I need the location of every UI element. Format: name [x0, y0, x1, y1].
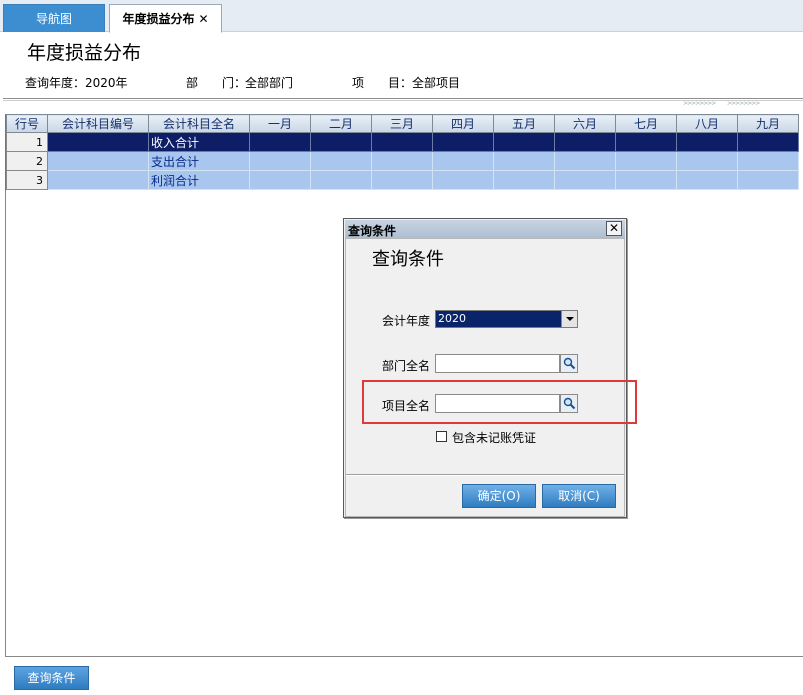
cell-month[interactable]	[371, 170, 433, 190]
dept-lookup-button[interactable]	[560, 354, 578, 373]
scroll-grip-icon: >>>>>>>>	[727, 100, 760, 107]
row-number[interactable]: 1	[6, 132, 48, 152]
search-icon	[563, 357, 576, 370]
cell-month[interactable]	[249, 132, 311, 152]
table-row[interactable]: 2 支出合计	[6, 151, 799, 171]
ok-button[interactable]: 确定(O)	[462, 484, 536, 508]
col-header[interactable]: 八月	[676, 114, 738, 133]
cell-month[interactable]	[615, 132, 677, 152]
row-number[interactable]: 3	[6, 170, 48, 190]
filter-dept-label: 部 门：	[186, 76, 247, 90]
col-header[interactable]: 一月	[249, 114, 311, 133]
query-dialog: 查询条件 ✕ 查询条件 会计年度 2020 部门全名 项目全名 包含未记账凭证 …	[343, 218, 627, 518]
filter-proj-value: 全部项目	[412, 76, 461, 90]
filter-summary: 查询年度：2020年 部 门： 全部部门 项 目： 全部项目	[0, 74, 803, 90]
include-unposted-checkbox[interactable]	[436, 431, 447, 442]
cell-month[interactable]	[676, 132, 738, 152]
cell-month[interactable]	[371, 151, 433, 171]
dialog-divider	[346, 474, 624, 476]
dept-label: 部门全名	[382, 359, 431, 373]
cell-month[interactable]	[249, 151, 311, 171]
col-header[interactable]: 九月	[737, 114, 799, 133]
chevron-down-icon[interactable]	[561, 311, 577, 327]
close-icon[interactable]: ✕	[198, 12, 208, 26]
cell-month[interactable]	[615, 170, 677, 190]
cell-month[interactable]	[493, 151, 555, 171]
tab-annual-pl[interactable]: 年度损益分布 ✕	[109, 4, 222, 33]
cell-month[interactable]	[737, 132, 799, 152]
cell-month[interactable]	[737, 170, 799, 190]
year-select[interactable]: 2020	[435, 310, 578, 328]
app-window: 导航图 年度损益分布 ✕ 年度损益分布 查询年度：2020年 部 门： 全部部门 …	[0, 0, 803, 695]
tab-strip: 导航图 年度损益分布 ✕	[0, 0, 803, 33]
dialog-heading: 查询条件	[372, 249, 444, 270]
col-header[interactable]: 六月	[554, 114, 616, 133]
cell-month[interactable]	[249, 170, 311, 190]
cell-code[interactable]	[47, 170, 149, 190]
table-row[interactable]: 3 利润合计	[6, 170, 799, 190]
col-header[interactable]: 五月	[493, 114, 555, 133]
cell-month[interactable]	[554, 151, 616, 171]
dialog-titlebar[interactable]: 查询条件 ✕	[345, 220, 625, 238]
col-header[interactable]: 七月	[615, 114, 677, 133]
highlight-box	[362, 380, 637, 424]
cell-month[interactable]	[310, 170, 372, 190]
year-label: 会计年度	[382, 314, 431, 328]
cell-month[interactable]	[493, 132, 555, 152]
col-header[interactable]: 行号	[6, 114, 48, 133]
filter-year: 查询年度：2020年	[25, 76, 128, 90]
tab-annual-pl-label: 年度损益分布	[122, 12, 195, 26]
year-select-value: 2020	[438, 312, 466, 325]
data-grid: 行号 会计科目编号 会计科目全名 一月 二月 三月 四月 五月 六月 七月 八月…	[5, 114, 803, 190]
include-unposted-label[interactable]: 包含未记账凭证	[452, 429, 536, 446]
cell-month[interactable]	[554, 132, 616, 152]
col-header[interactable]: 四月	[432, 114, 494, 133]
cell-month[interactable]	[371, 132, 433, 152]
dept-input[interactable]	[435, 354, 560, 373]
col-header[interactable]: 二月	[310, 114, 372, 133]
cell-month[interactable]	[493, 170, 555, 190]
divider	[5, 656, 803, 657]
dialog-window-title: 查询条件	[348, 224, 397, 238]
cell-name[interactable]: 收入合计	[148, 132, 250, 152]
cell-month[interactable]	[737, 151, 799, 171]
cell-code[interactable]	[47, 151, 149, 171]
cell-code[interactable]	[47, 132, 149, 152]
filter-dept-value: 全部部门	[245, 76, 294, 90]
grid-header-row: 行号 会计科目编号 会计科目全名 一月 二月 三月 四月 五月 六月 七月 八月…	[6, 114, 799, 133]
grid-border	[5, 190, 6, 656]
cell-month[interactable]	[432, 170, 494, 190]
scroll-grip-icon: >>>>>>>>	[683, 100, 716, 107]
cell-month[interactable]	[432, 151, 494, 171]
query-conditions-button[interactable]: 查询条件	[14, 666, 89, 690]
cell-name[interactable]: 支出合计	[148, 151, 250, 171]
table-row[interactable]: 1 收入合计	[6, 132, 799, 152]
col-header[interactable]: 会计科目全名	[148, 114, 250, 133]
cell-month[interactable]	[615, 151, 677, 171]
cell-month[interactable]	[432, 132, 494, 152]
row-number[interactable]: 2	[6, 151, 48, 171]
tab-navigation[interactable]: 导航图	[3, 4, 105, 32]
page-title: 年度损益分布	[27, 42, 142, 64]
col-header[interactable]: 三月	[371, 114, 433, 133]
filter-proj-label: 项 目：	[352, 76, 413, 90]
close-icon[interactable]: ✕	[606, 221, 622, 236]
cell-month[interactable]	[676, 170, 738, 190]
cell-name[interactable]: 利润合计	[148, 170, 250, 190]
cell-month[interactable]	[310, 132, 372, 152]
cancel-button[interactable]: 取消(C)	[542, 484, 616, 508]
cell-month[interactable]	[676, 151, 738, 171]
col-header[interactable]: 会计科目编号	[47, 114, 149, 133]
cell-month[interactable]	[554, 170, 616, 190]
cell-month[interactable]	[310, 151, 372, 171]
